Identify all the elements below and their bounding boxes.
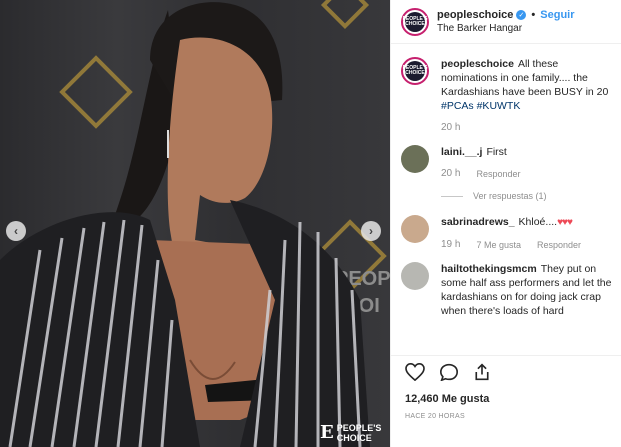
watermark-text: PEOPLE'S CHOICE xyxy=(336,423,382,443)
comment-button[interactable] xyxy=(439,363,459,381)
post-photo[interactable]: PEOPLE SPOI xyxy=(0,0,390,447)
chevron-right-icon: › xyxy=(369,224,373,238)
heart-emoji-icon: ♥♥♥ xyxy=(557,217,573,228)
likes-count[interactable]: 12,460 Me gusta xyxy=(405,393,489,405)
like-button[interactable] xyxy=(405,363,425,381)
caption-time[interactable]: 20 h xyxy=(441,121,460,135)
post-sidebar: PEOPLE'S CHOICE peopleschoice ✓ • Seguir… xyxy=(390,0,621,447)
comment-username[interactable]: laini.__.j xyxy=(441,146,482,158)
see-replies-label: Ver respuestas (1) xyxy=(473,191,547,201)
comment-text: First xyxy=(486,146,507,158)
caption: PEOPLE'S CHOICE peopleschoice All these n… xyxy=(401,57,612,135)
commenter-avatar[interactable] xyxy=(401,262,429,290)
reply-button[interactable]: Responder xyxy=(537,238,581,252)
reply-divider xyxy=(441,195,463,197)
caption-hashtags[interactable]: #PCAs #KUWTK xyxy=(441,99,612,113)
post-header: PEOPLE'S CHOICE peopleschoice ✓ • Seguir… xyxy=(391,0,621,44)
comment-likes[interactable]: 7 Me gusta xyxy=(476,238,521,252)
post-timestamp[interactable]: HACE 20 HORAS xyxy=(405,413,465,420)
see-replies-button[interactable]: Ver respuestas (1) xyxy=(441,191,612,201)
list-item: sabrinadrews_ Khloé....♥♥♥ 19 h 7 Me gust… xyxy=(401,215,612,252)
post-viewer: PEOPLE SPOI xyxy=(0,0,621,447)
caption-username[interactable]: peopleschoice xyxy=(441,58,514,70)
section-divider xyxy=(391,355,621,356)
share-button[interactable] xyxy=(473,363,491,381)
separator-dot: • xyxy=(531,9,536,21)
avatar-logo: PEOPLE'S CHOICE xyxy=(403,11,427,32)
commenter-avatar[interactable] xyxy=(401,145,429,173)
avatar-logo: PEOPLE'S CHOICE xyxy=(403,61,427,81)
list-item: hailtothekingsmcm They put on some half a… xyxy=(401,262,612,318)
list-item: laini.__.j First 20 h Responder xyxy=(401,145,612,181)
previous-photo-button[interactable]: ‹ xyxy=(6,221,26,241)
verified-badge-icon: ✓ xyxy=(516,10,527,20)
comment-bubble-icon xyxy=(439,363,459,381)
reply-button[interactable]: Responder xyxy=(476,167,520,181)
photo-illustration: PEOPLE SPOI xyxy=(0,0,390,447)
comments-list[interactable]: PEOPLE'S CHOICE peopleschoice All these n… xyxy=(391,45,621,355)
heart-icon xyxy=(405,363,425,381)
chevron-left-icon: ‹ xyxy=(14,224,18,238)
follow-button[interactable]: Seguir xyxy=(540,9,574,21)
author-username[interactable]: peopleschoice xyxy=(437,9,513,21)
next-photo-button[interactable]: › xyxy=(361,221,381,241)
commenter-avatar[interactable] xyxy=(401,215,429,243)
comment-time[interactable]: 20 h xyxy=(441,167,460,181)
comment-text: Khloé.... xyxy=(518,216,558,228)
share-icon xyxy=(475,363,489,381)
comment-time[interactable]: 19 h xyxy=(441,238,460,252)
comment-username[interactable]: hailtothekingsmcm xyxy=(441,263,537,275)
action-bar xyxy=(405,363,491,381)
post-location[interactable]: The Barker Hangar xyxy=(437,23,575,34)
e-logo: E xyxy=(320,422,334,443)
comment-username[interactable]: sabrinadrews_ xyxy=(441,216,515,228)
author-avatar[interactable]: PEOPLE'S CHOICE xyxy=(401,7,429,36)
peoples-choice-watermark: E PEOPLE'S CHOICE xyxy=(320,421,382,445)
caption-avatar[interactable]: PEOPLE'S CHOICE xyxy=(401,57,429,85)
